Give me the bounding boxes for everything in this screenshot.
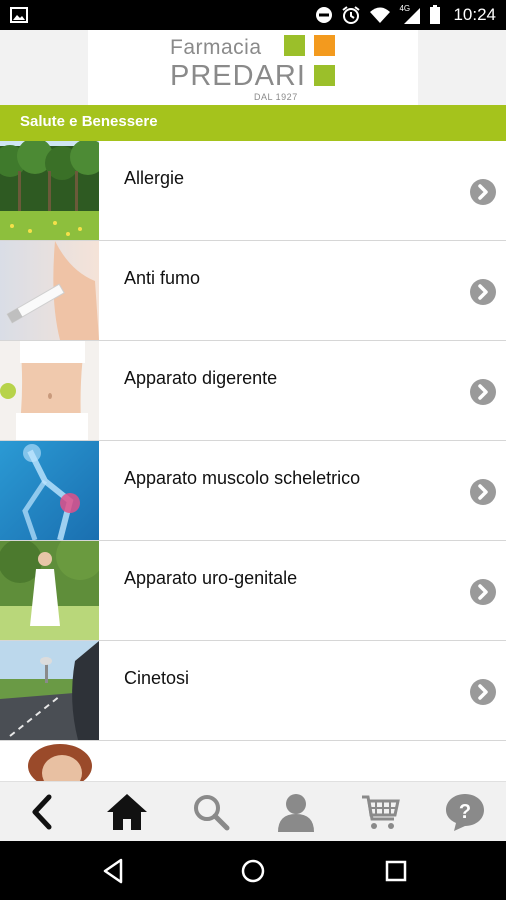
nav-back-button[interactable] <box>95 853 131 889</box>
nav-home-button[interactable] <box>235 853 271 889</box>
list-item-label: Anti fumo <box>124 268 201 288</box>
list-item-label: Cinetosi <box>124 668 190 688</box>
logo-line-1: Farmacia <box>170 36 262 59</box>
image-icon <box>10 7 28 23</box>
section-header: Salute e Benessere <box>0 105 506 141</box>
section-title: Salute e Benessere <box>20 113 158 130</box>
signal-icon: 4G <box>399 4 421 25</box>
logo-square-green-bottom <box>314 65 335 86</box>
chevron-right-icon[interactable] <box>469 278 497 306</box>
nav-recents-icon <box>385 860 407 882</box>
status-bar: 4G 10:24 <box>0 0 506 30</box>
nav-home-icon <box>241 859 265 883</box>
skeleton-knee-thumbnail <box>0 441 99 540</box>
list-item-allergie[interactable]: Allergie <box>0 141 506 241</box>
user-icon <box>278 794 314 832</box>
app-header: Farmacia PREDARI DAL 1927 <box>0 30 506 105</box>
list-item-label: Apparato uro-genitale <box>124 568 298 588</box>
trees-meadow-thumbnail <box>0 141 99 240</box>
woman-meadow-thumbnail <box>0 541 99 640</box>
cigarette-thumbnail <box>0 241 99 340</box>
list-item-apparato-uro-genitale[interactable]: Apparato uro-genitale <box>0 541 506 641</box>
account-button[interactable] <box>266 782 326 842</box>
search-icon <box>194 795 230 831</box>
list-item-apparato-muscolo-scheletrico[interactable]: Apparato muscolo scheletrico <box>0 441 506 541</box>
logo-square-green-top <box>284 35 305 56</box>
list-item-apparato-digerente[interactable]: Apparato digerente <box>0 341 506 441</box>
chevron-right-icon[interactable] <box>469 578 497 606</box>
logo-line-2: PREDARI <box>170 60 306 92</box>
bottom-toolbar: ? <box>0 781 506 841</box>
chevron-right-icon[interactable] <box>469 378 497 406</box>
list-item-partial[interactable] <box>0 741 506 781</box>
chevron-right-icon[interactable] <box>469 478 497 506</box>
do-not-disturb-icon <box>316 7 333 23</box>
list-item-cinetosi[interactable]: Cinetosi <box>0 641 506 741</box>
help-button[interactable]: ? <box>435 782 495 842</box>
list-item-anti-fumo[interactable]: Anti fumo <box>0 241 506 341</box>
cart-icon <box>362 795 400 829</box>
category-list: Allergie Anti fumo Apparato digerente Ap… <box>0 141 506 781</box>
list-item-label: Apparato muscolo scheletrico <box>124 468 361 488</box>
portrait-thumbnail <box>0 741 99 781</box>
list-item-label: Allergie <box>124 168 185 188</box>
road-car-thumbnail <box>0 641 99 740</box>
status-time: 10:24 <box>453 5 496 24</box>
list-item-label: Apparato digerente <box>124 368 278 388</box>
wifi-icon <box>370 7 391 23</box>
home-icon <box>107 794 147 830</box>
chevron-right-icon[interactable] <box>469 678 497 706</box>
back-button[interactable] <box>12 782 72 842</box>
svg-text:?: ? <box>459 801 471 823</box>
nav-recents-button[interactable] <box>378 853 414 889</box>
logo-square-orange <box>314 35 335 56</box>
battery-icon <box>430 5 441 24</box>
chevron-right-icon[interactable] <box>469 178 497 206</box>
back-icon <box>32 794 52 830</box>
abdomen-thumbnail <box>0 341 99 440</box>
alarm-icon <box>342 6 361 24</box>
search-button[interactable] <box>181 782 241 842</box>
cart-button[interactable] <box>350 782 410 842</box>
logo[interactable]: Farmacia PREDARI DAL 1927 <box>88 30 418 105</box>
app-screen: 4G 10:24 Farmacia PREDARI DAL 1927 Salut… <box>0 0 506 900</box>
home-button[interactable] <box>97 782 157 842</box>
nav-back-icon <box>103 858 123 884</box>
help-icon: ? <box>446 794 484 831</box>
system-nav-bar <box>0 841 506 900</box>
status-icons: 4G 10:24 <box>315 0 496 30</box>
logo-line-3: DAL 1927 <box>254 92 298 102</box>
